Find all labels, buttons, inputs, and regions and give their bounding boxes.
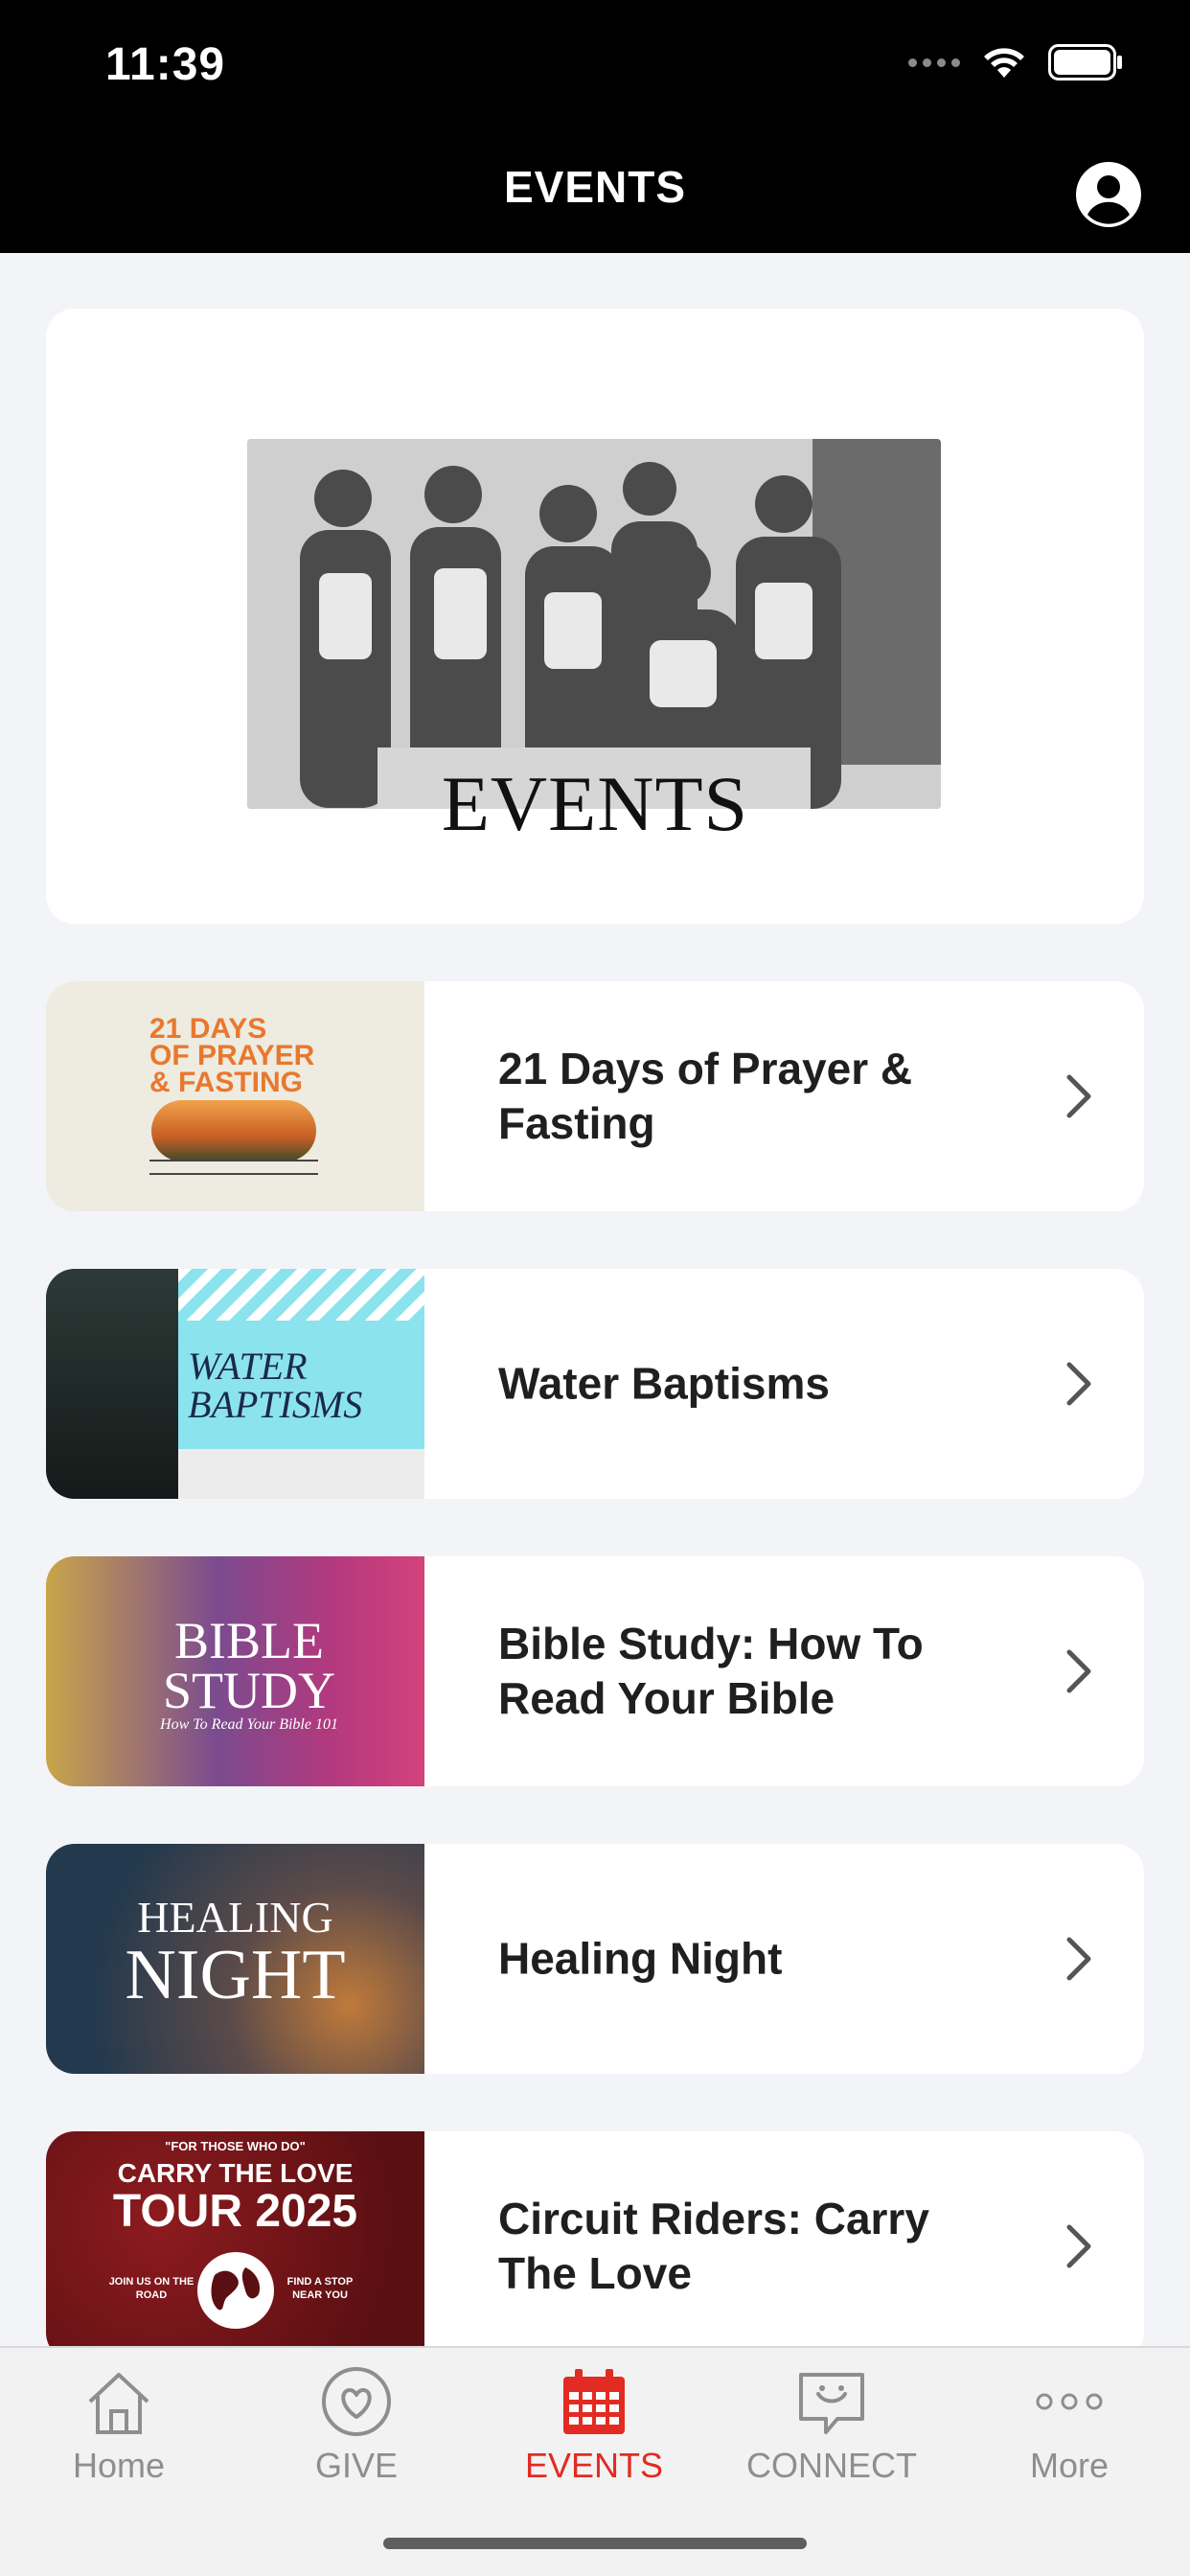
profile-icon[interactable] [1075,161,1142,228]
event-card-circuit-riders[interactable]: "FOR THOSE WHO DO" CARRY THE LOVE TOUR 2… [46,2131,1144,2361]
chevron-right-icon [1066,2224,1091,2268]
globe-icon [197,2252,274,2329]
more-icon [1036,2393,1103,2410]
tab-more[interactable]: More [950,2365,1188,2486]
chevron-right-icon [1066,1937,1091,1981]
tab-give[interactable]: GIVE [238,2365,475,2486]
tab-label: EVENTS [524,2446,664,2485]
event-card-healing-night[interactable]: HEALING NIGHT Healing Night [46,1844,1144,2074]
thumb-text-line: CARRY THE LOVE [117,2158,354,2188]
event-card-bible-study[interactable]: BIBLE STUDY How To Read Your Bible 101 B… [46,1556,1144,1786]
thumb-text-line: NIGHT [125,1936,346,2014]
thumb-text-line: How To Read Your Bible 101 [160,1716,338,1733]
signal-icon [908,58,960,67]
event-title: Bible Study: How To Read Your Bible [498,1619,924,1723]
wifi-icon [984,48,1024,78]
event-card-prayer-fasting[interactable]: 21 DAYS OF PRAYER & FASTING 21 Days of P… [46,981,1144,1211]
thumb-text-line: WATER [188,1345,308,1388]
thumb-text-line: BIBLE [174,1612,324,1669]
event-thumbnail: "FOR THOSE WHO DO" CARRY THE LOVE TOUR 2… [46,2131,424,2361]
page-title: EVENTS [503,162,687,212]
chat-icon [799,2373,864,2434]
event-thumbnail: 21 DAYS OF PRAYER & FASTING [46,981,424,1211]
status-icons [908,44,1123,80]
event-card-water-baptisms[interactable]: WATER BAPTISMS Water Baptisms [46,1269,1144,1499]
tab-label: Home [72,2446,166,2485]
chevron-right-icon [1066,1649,1091,1693]
thumb-text-line: HEALING [137,1893,333,1942]
hero-image [247,439,941,809]
hero-card[interactable]: EVENTS [46,309,1144,924]
top-bar: 11:39 EVENTS [0,0,1190,253]
event-title: Circuit Riders: Carry The Love [498,2194,929,2298]
thumb-text-line: JOIN US ON THE ROAD [108,2276,195,2301]
thumb-text-line: "FOR THOSE WHO DO" [165,2139,306,2153]
calendar-icon [563,2369,625,2434]
home-indicator [383,2538,807,2549]
tab-connect[interactable]: CONNECT [713,2365,950,2486]
thumb-text-line: STUDY [162,1662,335,1719]
event-thumbnail: HEALING NIGHT [46,1844,424,2074]
event-thumbnail: BIBLE STUDY How To Read Your Bible 101 [46,1556,424,1786]
thumb-text-line: FIND A STOP NEAR YOU [286,2276,354,2301]
thumb-text-line: & FASTING [149,1067,304,1098]
thumb-text-line: 21 DAYS [149,1013,267,1045]
thumb-text-line: BAPTISMS [188,1383,363,1426]
event-title: 21 Days of Prayer & Fasting [498,1044,913,1148]
tab-events[interactable]: EVENTS [475,2365,713,2486]
tab-label: More [1029,2446,1110,2485]
chevron-right-icon [1066,1362,1091,1406]
thumb-text-line: TOUR 2025 [112,2186,358,2237]
status-time: 11:39 [105,39,226,90]
heart-icon [322,2367,391,2436]
battery-icon [1048,44,1122,80]
tab-label: CONNECT [746,2446,917,2485]
hero-title: EVENTS [441,760,749,847]
thumb-text-line: OF PRAYER [149,1040,315,1071]
event-title: Water Baptisms [498,1358,830,1409]
chevron-right-icon [1066,1074,1091,1118]
tab-home[interactable]: Home [0,2365,238,2486]
home-icon [88,2373,149,2434]
event-thumbnail: WATER BAPTISMS [46,1269,424,1499]
tab-label: GIVE [314,2446,399,2485]
events-list: EVENTS 21 DAYS OF PRAYER & FASTING 21 Da… [46,309,1144,2361]
event-title: Healing Night [498,1933,783,1984]
